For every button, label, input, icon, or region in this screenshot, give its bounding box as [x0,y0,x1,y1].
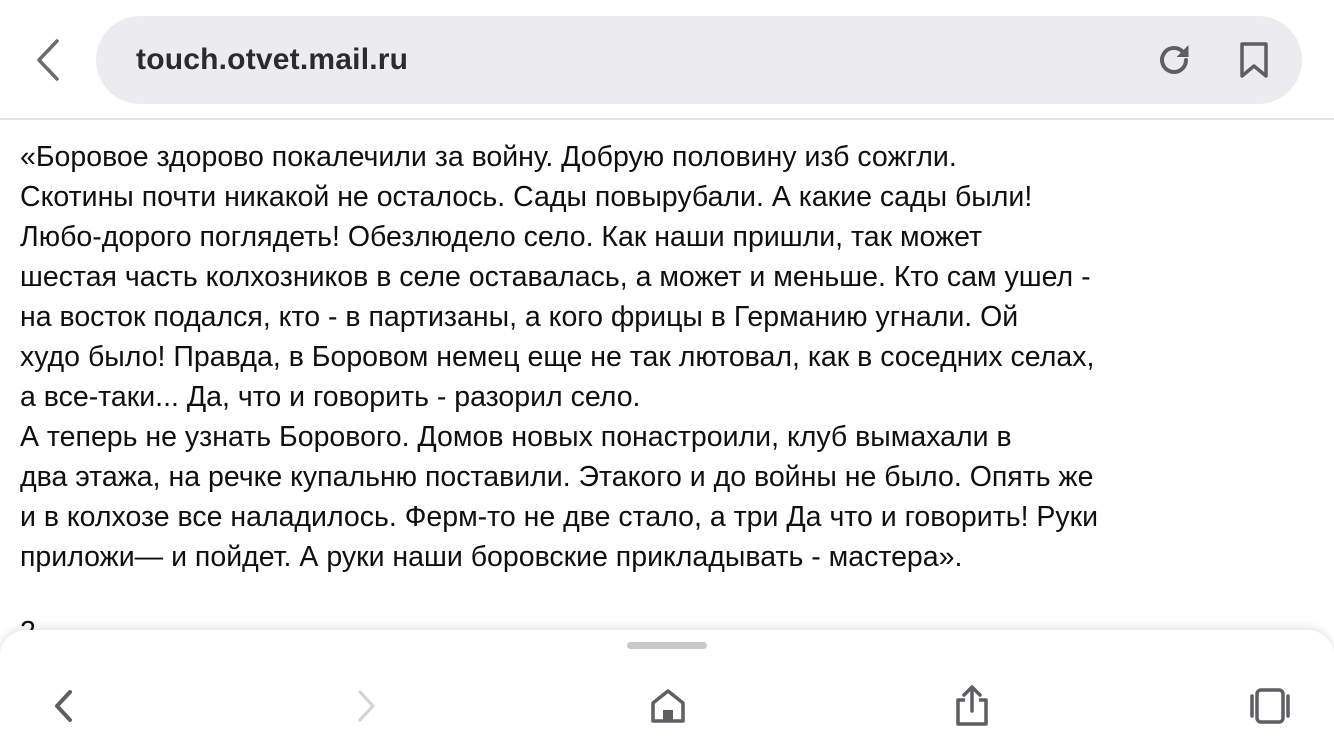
address-bar[interactable]: touch.otvet.mail.ru [96,16,1302,104]
chevron-left-icon [37,39,59,81]
browser-page: touch.otvet.mail.ru «Боровое здорово пок… [0,0,1334,750]
share-icon [956,685,988,726]
home-icon [651,689,685,723]
forward-icon [358,690,375,722]
toolbar-home-button[interactable] [640,678,696,734]
reload-icon [1160,45,1189,74]
url-text: touch.otvet.mail.ru [136,43,409,76]
article-line: приложи— и пойдет. А руки наши боровские… [20,541,963,573]
article-line: два этажа, на речке купальню поставили. … [20,461,1094,493]
article-line: худо было! Правда, в Боровом немец еще н… [20,341,1095,373]
tabs-icon [1250,688,1290,724]
bookmark-button[interactable] [1232,38,1276,82]
toolbar-back-button[interactable] [36,678,92,734]
article-line: А теперь не узнать Борового. Домов новых… [20,421,1012,453]
toolbar-share-button[interactable] [944,678,1000,734]
article-line: шестая часть колхозников в селе оставала… [20,261,1091,293]
reload-button[interactable] [1152,38,1196,82]
article-line: «Боровое здорово покалечили за войну. До… [20,141,957,173]
article-line: Любо-дорого поглядеть! Обезлюдело село. … [20,221,983,253]
sheet-grabber-handle[interactable] [627,642,707,649]
back-icon [55,690,72,722]
toolbar-tabs-button[interactable] [1242,678,1298,734]
article-line: а все-таки... Да, что и говорить - разор… [20,381,641,413]
browser-top-bar: touch.otvet.mail.ru [0,0,1334,120]
back-button[interactable] [26,36,70,84]
bookmark-icon [1240,42,1268,78]
toolbar-forward-button[interactable] [338,678,394,734]
article-text: «Боровое здорово покалечили за войну. До… [20,137,1320,577]
article-line: и в колхозе все наладилось. Ферм-то не д… [20,501,1099,533]
article-line: на восток подался, кто - в партизаны, а … [20,301,1019,333]
bottom-toolbar [0,630,1334,750]
article-line: Скотины почти никакой не осталось. Сады … [20,181,1033,213]
